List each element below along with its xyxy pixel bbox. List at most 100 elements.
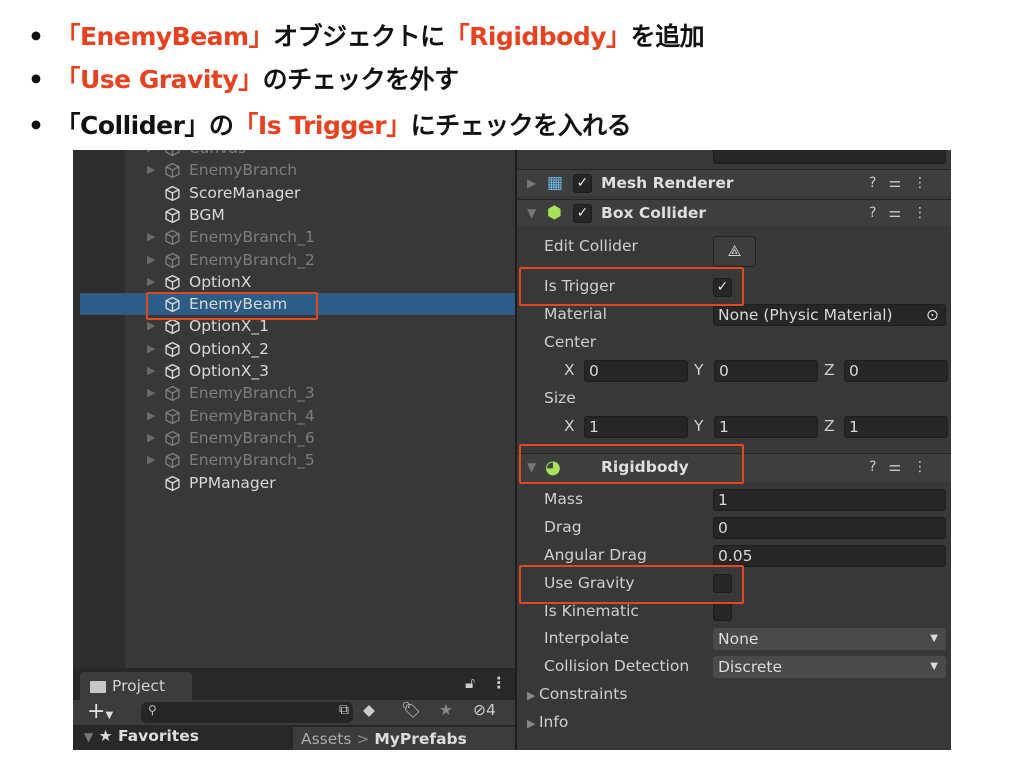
project-panel: Project 🔓︎ ⋮ +▼ ⚲ ⧉ ◆ 🏷︎ ★ ⊘4 ▼ ★ Favori… bbox=[73, 668, 515, 750]
search-window-icon[interactable]: ⧉ bbox=[339, 702, 349, 718]
highlight-rigidbody bbox=[519, 444, 744, 484]
hierarchy-item[interactable]: PPManager bbox=[73, 472, 515, 494]
x-label: X bbox=[564, 361, 575, 379]
material-label: Material bbox=[544, 305, 607, 323]
component-header-icons[interactable]: ?⚌⋮ bbox=[869, 200, 939, 226]
expand-arrow-icon[interactable]: ▶ bbox=[147, 159, 155, 181]
x-label: X bbox=[564, 417, 575, 435]
hierarchy-item[interactable]: ▶ EnemyBranch_6 bbox=[73, 427, 515, 449]
hierarchy-item[interactable]: ScoreManager bbox=[73, 182, 515, 204]
gameobject-cube-icon bbox=[164, 229, 181, 246]
edit-collider-button[interactable]: ⟁ bbox=[713, 236, 756, 267]
interpolate-dropdown[interactable]: None ▼ bbox=[713, 628, 946, 650]
hierarchy-item[interactable]: ▶ OptionX bbox=[73, 271, 515, 293]
expand-arrow-icon[interactable]: ▶ bbox=[147, 226, 155, 248]
favorites-row[interactable]: ▼ ★ Favorites bbox=[73, 727, 293, 750]
drag-label: Drag bbox=[544, 518, 582, 536]
add-button[interactable]: +▼ bbox=[87, 699, 113, 724]
drag-field[interactable]: 0 bbox=[713, 517, 946, 539]
expand-arrow-icon[interactable]: ▶ bbox=[147, 150, 155, 159]
mesh-renderer-header[interactable]: ▶ ▦ ✓ Mesh Renderer ?⚌⋮ bbox=[517, 169, 951, 196]
hierarchy-item-name: Canvas bbox=[189, 150, 246, 159]
hierarchy-item[interactable]: ▶ EnemyBranch_5 bbox=[73, 449, 515, 471]
mesh-renderer-icon: ▦ bbox=[547, 173, 564, 193]
angular-drag-field[interactable]: 0.05 bbox=[713, 545, 946, 567]
lock-icon[interactable]: 🔓︎ bbox=[465, 674, 475, 693]
hierarchy-item[interactable]: ▶ EnemyBranch_1 bbox=[73, 226, 515, 248]
gameobject-cube-icon bbox=[164, 252, 181, 269]
constraints-foldout[interactable]: ▶ Constraints bbox=[527, 685, 627, 703]
filter-by-label-icon[interactable]: 🏷︎ bbox=[401, 701, 421, 719]
object-picker-icon[interactable]: ⊙ bbox=[926, 305, 939, 325]
hierarchy-item-name: EnemyBranch bbox=[189, 161, 298, 180]
component-header-icons[interactable]: ?⚌⋮ bbox=[869, 170, 939, 196]
breadcrumb: Assets > MyPrefabs bbox=[293, 727, 515, 750]
breadcrumb-assets[interactable]: Assets bbox=[301, 730, 351, 748]
instruction-text: 「Use Gravity」 bbox=[55, 65, 263, 94]
size-z-field[interactable]: 1 bbox=[844, 416, 948, 438]
expand-arrow-icon[interactable]: ▶ bbox=[147, 249, 155, 271]
gameobject-cube-icon bbox=[164, 385, 181, 402]
instruction-1: • 「EnemyBeam」オブジェクトに「Rigidbody」を追加 bbox=[28, 17, 705, 53]
hierarchy-item[interactable]: ▶ EnemyBranch_4 bbox=[73, 405, 515, 427]
is-kinematic-checkbox[interactable] bbox=[713, 602, 732, 621]
hierarchy-item[interactable]: BGM bbox=[73, 204, 515, 226]
hierarchy-item-name: OptionX_3 bbox=[189, 362, 269, 380]
y-label: Y bbox=[694, 361, 704, 379]
hierarchy-item[interactable]: ▶ EnemyBranch_2 bbox=[73, 249, 515, 271]
gameobject-cube-icon bbox=[164, 363, 181, 380]
bullet-icon: • bbox=[28, 65, 44, 94]
more-menu-icon[interactable]: ⋮ bbox=[491, 674, 507, 692]
hierarchy-item-name: EnemyBranch_4 bbox=[189, 406, 315, 425]
dropdown-caret-icon: ▼ bbox=[930, 661, 938, 672]
hierarchy-item[interactable]: ▶ OptionX_3 bbox=[73, 360, 515, 382]
collision-detection-label: Collision Detection bbox=[544, 657, 690, 675]
expand-arrow-icon[interactable]: ▶ bbox=[147, 382, 155, 404]
size-y-field[interactable]: 1 bbox=[714, 416, 818, 438]
gameobject-cube-icon bbox=[164, 162, 181, 179]
gameobject-cube-icon bbox=[164, 318, 181, 335]
expand-arrow-icon[interactable]: ▶ bbox=[147, 405, 155, 427]
size-label: Size bbox=[544, 389, 576, 407]
gameobject-cube-icon bbox=[164, 430, 181, 447]
top-field[interactable] bbox=[713, 150, 946, 164]
hierarchy-item-name: EnemyBranch_3 bbox=[189, 384, 315, 403]
expand-arrow-icon[interactable]: ▶ bbox=[147, 338, 155, 360]
breadcrumb-myprefabs[interactable]: MyPrefabs bbox=[374, 730, 467, 748]
expand-arrow-icon[interactable]: ▶ bbox=[147, 271, 155, 293]
hierarchy-item-name: EnemyBranch_5 bbox=[189, 451, 315, 470]
hidden-packages-icon[interactable]: ⊘4 bbox=[473, 701, 496, 719]
hierarchy-item[interactable]: ▶ EnemyBranch bbox=[73, 159, 515, 181]
z-label: Z bbox=[824, 361, 835, 379]
expand-arrow-icon[interactable]: ▶ bbox=[147, 360, 155, 382]
center-z-field[interactable]: 0 bbox=[844, 360, 948, 382]
size-x-field[interactable]: 1 bbox=[584, 416, 688, 438]
instruction-text: 「Rigidbody」 bbox=[444, 22, 631, 51]
component-header-icons[interactable]: ?⚌⋮ bbox=[869, 454, 939, 480]
instruction-text: オブジェクトに bbox=[273, 22, 445, 51]
collision-detection-dropdown[interactable]: Discrete ▼ bbox=[713, 656, 946, 678]
info-foldout[interactable]: ▶ Info bbox=[527, 713, 568, 731]
search-input[interactable]: ⚲ ⧉ bbox=[141, 702, 353, 723]
gameobject-cube-icon bbox=[164, 274, 181, 291]
favorite-star-icon[interactable]: ★ bbox=[439, 701, 453, 719]
hidden-count: 4 bbox=[486, 701, 496, 719]
hierarchy-item[interactable]: ▶ Canvas bbox=[73, 150, 515, 159]
expand-arrow-icon[interactable]: ▶ bbox=[147, 427, 155, 449]
instruction-text: にチェックを入れる bbox=[410, 111, 632, 140]
instruction-2: • 「Use Gravity」のチェックを外す bbox=[28, 60, 459, 96]
box-collider-header[interactable]: ▼ ⬢ ✓ Box Collider ?⚌⋮ bbox=[517, 199, 951, 226]
center-x-field[interactable]: 0 bbox=[584, 360, 688, 382]
tab-label: Project bbox=[112, 677, 166, 695]
center-y-field[interactable]: 0 bbox=[714, 360, 818, 382]
expand-arrow-icon[interactable]: ▶ bbox=[147, 449, 155, 471]
box-collider-enabled-checkbox[interactable]: ✓ bbox=[573, 204, 592, 223]
tab-project[interactable]: Project bbox=[80, 672, 192, 700]
box-collider-icon: ⬢ bbox=[547, 203, 562, 223]
material-field[interactable]: None (Physic Material) ⊙ bbox=[713, 304, 946, 326]
hierarchy-item[interactable]: ▶ EnemyBranch_3 bbox=[73, 382, 515, 404]
mass-field[interactable]: 1 bbox=[713, 489, 946, 511]
filter-by-type-icon[interactable]: ◆ bbox=[363, 701, 375, 719]
hierarchy-item[interactable]: ▶ OptionX_2 bbox=[73, 338, 515, 360]
mesh-renderer-enabled-checkbox[interactable]: ✓ bbox=[573, 174, 592, 193]
